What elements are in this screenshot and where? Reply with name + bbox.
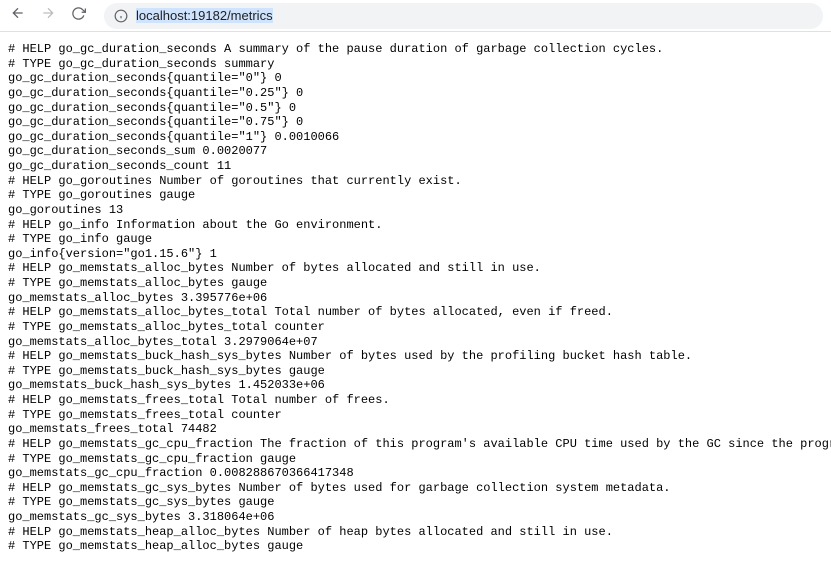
forward-button[interactable] [38, 6, 58, 26]
back-icon [10, 5, 26, 26]
address-bar[interactable]: localhost:19182/metrics [104, 3, 823, 29]
info-icon [114, 9, 128, 23]
forward-icon [40, 5, 56, 26]
reload-icon [71, 6, 86, 26]
url-selected: localhost:19182/metrics [136, 8, 273, 23]
browser-toolbar: localhost:19182/metrics [0, 0, 831, 32]
metrics-output: # HELP go_gc_duration_seconds A summary … [0, 32, 831, 564]
reload-button[interactable] [68, 6, 88, 26]
back-button[interactable] [8, 6, 28, 26]
address-text: localhost:19182/metrics [136, 8, 273, 23]
